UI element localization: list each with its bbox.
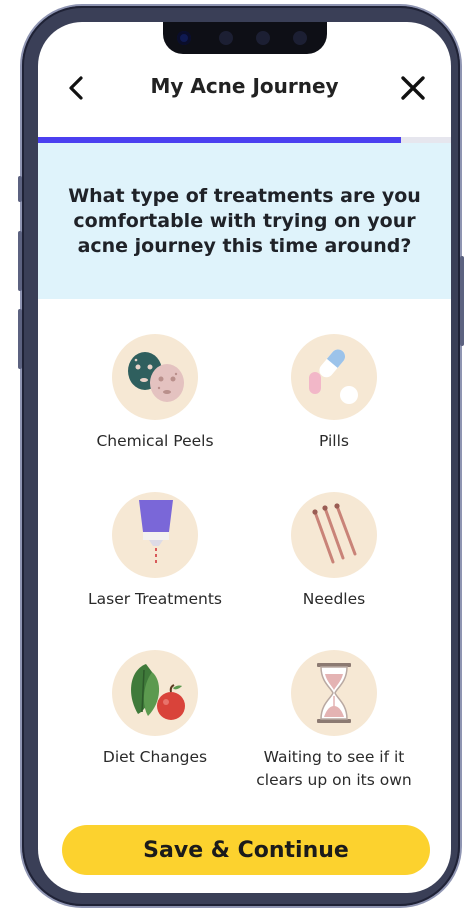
side-button bbox=[460, 256, 464, 346]
option-label: Laser Treatments bbox=[88, 590, 222, 608]
option-needles[interactable]: Needles bbox=[239, 492, 429, 611]
page-title: My Acne Journey bbox=[150, 74, 339, 98]
laser-icon bbox=[139, 500, 173, 563]
side-button bbox=[18, 176, 22, 202]
option-label: Chemical Peels bbox=[96, 432, 214, 450]
option-label: Needles bbox=[302, 590, 366, 608]
option-pills[interactable]: Pills bbox=[239, 334, 429, 453]
sensor-icon bbox=[219, 31, 233, 45]
option-laser-treatments[interactable]: Laser Treatments bbox=[60, 492, 250, 611]
option-icon-circle bbox=[112, 492, 198, 578]
option-icon-circle bbox=[112, 334, 198, 420]
option-icon-circle bbox=[291, 650, 377, 736]
option-icon-circle bbox=[112, 650, 198, 736]
sensor-icon bbox=[293, 31, 307, 45]
option-icon-circle bbox=[291, 492, 377, 578]
close-icon bbox=[401, 76, 425, 100]
option-diet-changes[interactable]: Diet Changes bbox=[60, 650, 250, 769]
option-chemical-peels[interactable]: Chemical Peels bbox=[60, 334, 250, 453]
vegetables-icon bbox=[131, 664, 185, 720]
side-button bbox=[18, 309, 22, 369]
question-panel: What type of treatments are you comforta… bbox=[38, 143, 451, 299]
app-screen: My Acne Journey What type of treatments … bbox=[38, 22, 451, 893]
top-bar: My Acne Journey bbox=[38, 70, 451, 110]
hourglass-icon bbox=[317, 663, 351, 723]
close-button[interactable] bbox=[397, 72, 429, 104]
face-mask-icon bbox=[128, 352, 184, 402]
option-icon-circle bbox=[291, 334, 377, 420]
notch bbox=[163, 22, 327, 54]
side-button bbox=[18, 231, 22, 291]
save-continue-button[interactable]: Save & Continue bbox=[62, 825, 430, 875]
question-text: What type of treatments are you comforta… bbox=[68, 184, 421, 257]
option-label: Pills bbox=[318, 432, 349, 450]
pills-icon bbox=[309, 349, 358, 404]
camera-icon bbox=[177, 31, 191, 45]
option-label: Waiting to see if it clears up on its ow… bbox=[256, 748, 412, 789]
option-label: Diet Changes bbox=[102, 748, 208, 766]
option-waiting[interactable]: Waiting to see if it clears up on its ow… bbox=[239, 650, 429, 792]
sensor-icon bbox=[256, 31, 270, 45]
needles-icon bbox=[312, 503, 357, 564]
